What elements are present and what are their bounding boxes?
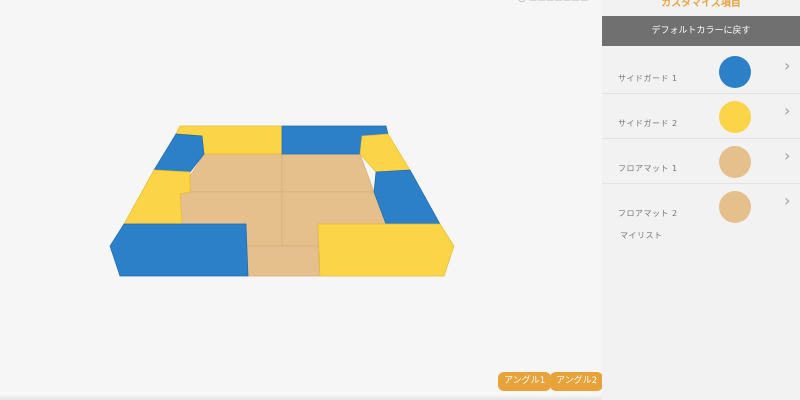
bottom-divider — [0, 394, 602, 400]
option-label: フロアマット 2 — [618, 209, 678, 218]
my-list-link[interactable]: マイリスト — [620, 230, 663, 241]
side-guard — [109, 223, 249, 277]
option-label: サイドガード 2 — [618, 119, 678, 128]
chevron-right-icon[interactable]: › — [784, 146, 790, 165]
chevron-right-icon[interactable]: › — [784, 101, 790, 120]
color-swatch[interactable] — [719, 191, 751, 223]
angle2-button[interactable]: アングル2 — [550, 372, 604, 391]
floor-mat — [245, 245, 321, 277]
color-swatch[interactable] — [719, 56, 751, 88]
chevron-right-icon[interactable]: › — [784, 191, 790, 210]
option-floor-mat-2[interactable]: フロアマット 2 › — [602, 183, 800, 228]
customize-panel: カスタマイズ項目 デフォルトカラーに戻す サイドガード 1 › サイドガード 2… — [602, 0, 800, 400]
option-side-guard-1[interactable]: サイドガード 1 › — [602, 48, 800, 94]
angle1-button[interactable]: アングル1 — [498, 372, 552, 391]
option-label: サイドガード 1 — [618, 74, 678, 83]
side-guard — [373, 169, 441, 225]
playpen-3d-view[interactable] — [0, 0, 602, 400]
panel-title: カスタマイズ項目 — [661, 0, 741, 9]
option-side-guard-2[interactable]: サイドガード 2 › — [602, 93, 800, 139]
side-guard — [123, 169, 191, 225]
floor-mat — [281, 153, 375, 193]
chevron-right-icon[interactable]: › — [784, 56, 790, 75]
reset-default-colors-button[interactable]: デフォルトカラーに戻す — [602, 16, 800, 46]
option-floor-mat-1[interactable]: フロアマット 1 › — [602, 138, 800, 184]
side-guard — [317, 223, 455, 277]
option-label: フロアマット 1 — [618, 164, 678, 173]
side-guard — [359, 133, 411, 173]
color-swatch[interactable] — [719, 101, 751, 133]
preview-area: ◎ ▬▬▬▬▬▬▬ アングル1 アングル2 — [0, 0, 604, 400]
color-swatch[interactable] — [719, 146, 751, 178]
